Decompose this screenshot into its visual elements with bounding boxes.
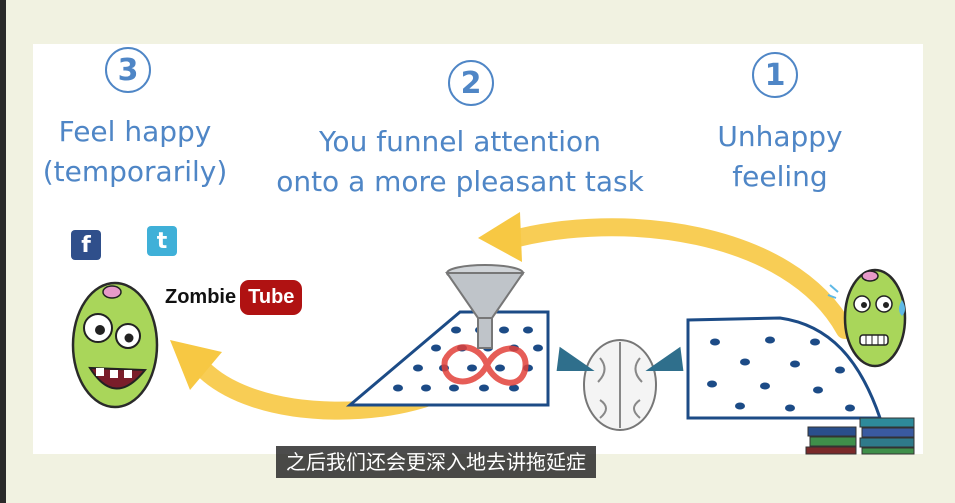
facebook-icon: f xyxy=(71,230,101,260)
illustration xyxy=(71,212,915,455)
book-stack xyxy=(805,417,915,455)
zombietube-tube-text: Tube xyxy=(240,280,303,315)
arrow-to-funnel xyxy=(501,218,854,339)
brain-arrow-left xyxy=(556,346,595,371)
zombietube-zombie-text: Zombie xyxy=(165,286,237,308)
happy-zombie xyxy=(71,281,159,409)
twitter-icon: t xyxy=(147,226,177,256)
brain-icon xyxy=(583,339,657,431)
subtitle-caption: 之后我们还会更深入地去讲拖延症 xyxy=(276,446,596,478)
arrow-to-funnel-head xyxy=(478,212,522,262)
zombietube-logo: Zombie Tube xyxy=(165,280,303,315)
brain-arrow-right xyxy=(645,346,684,371)
